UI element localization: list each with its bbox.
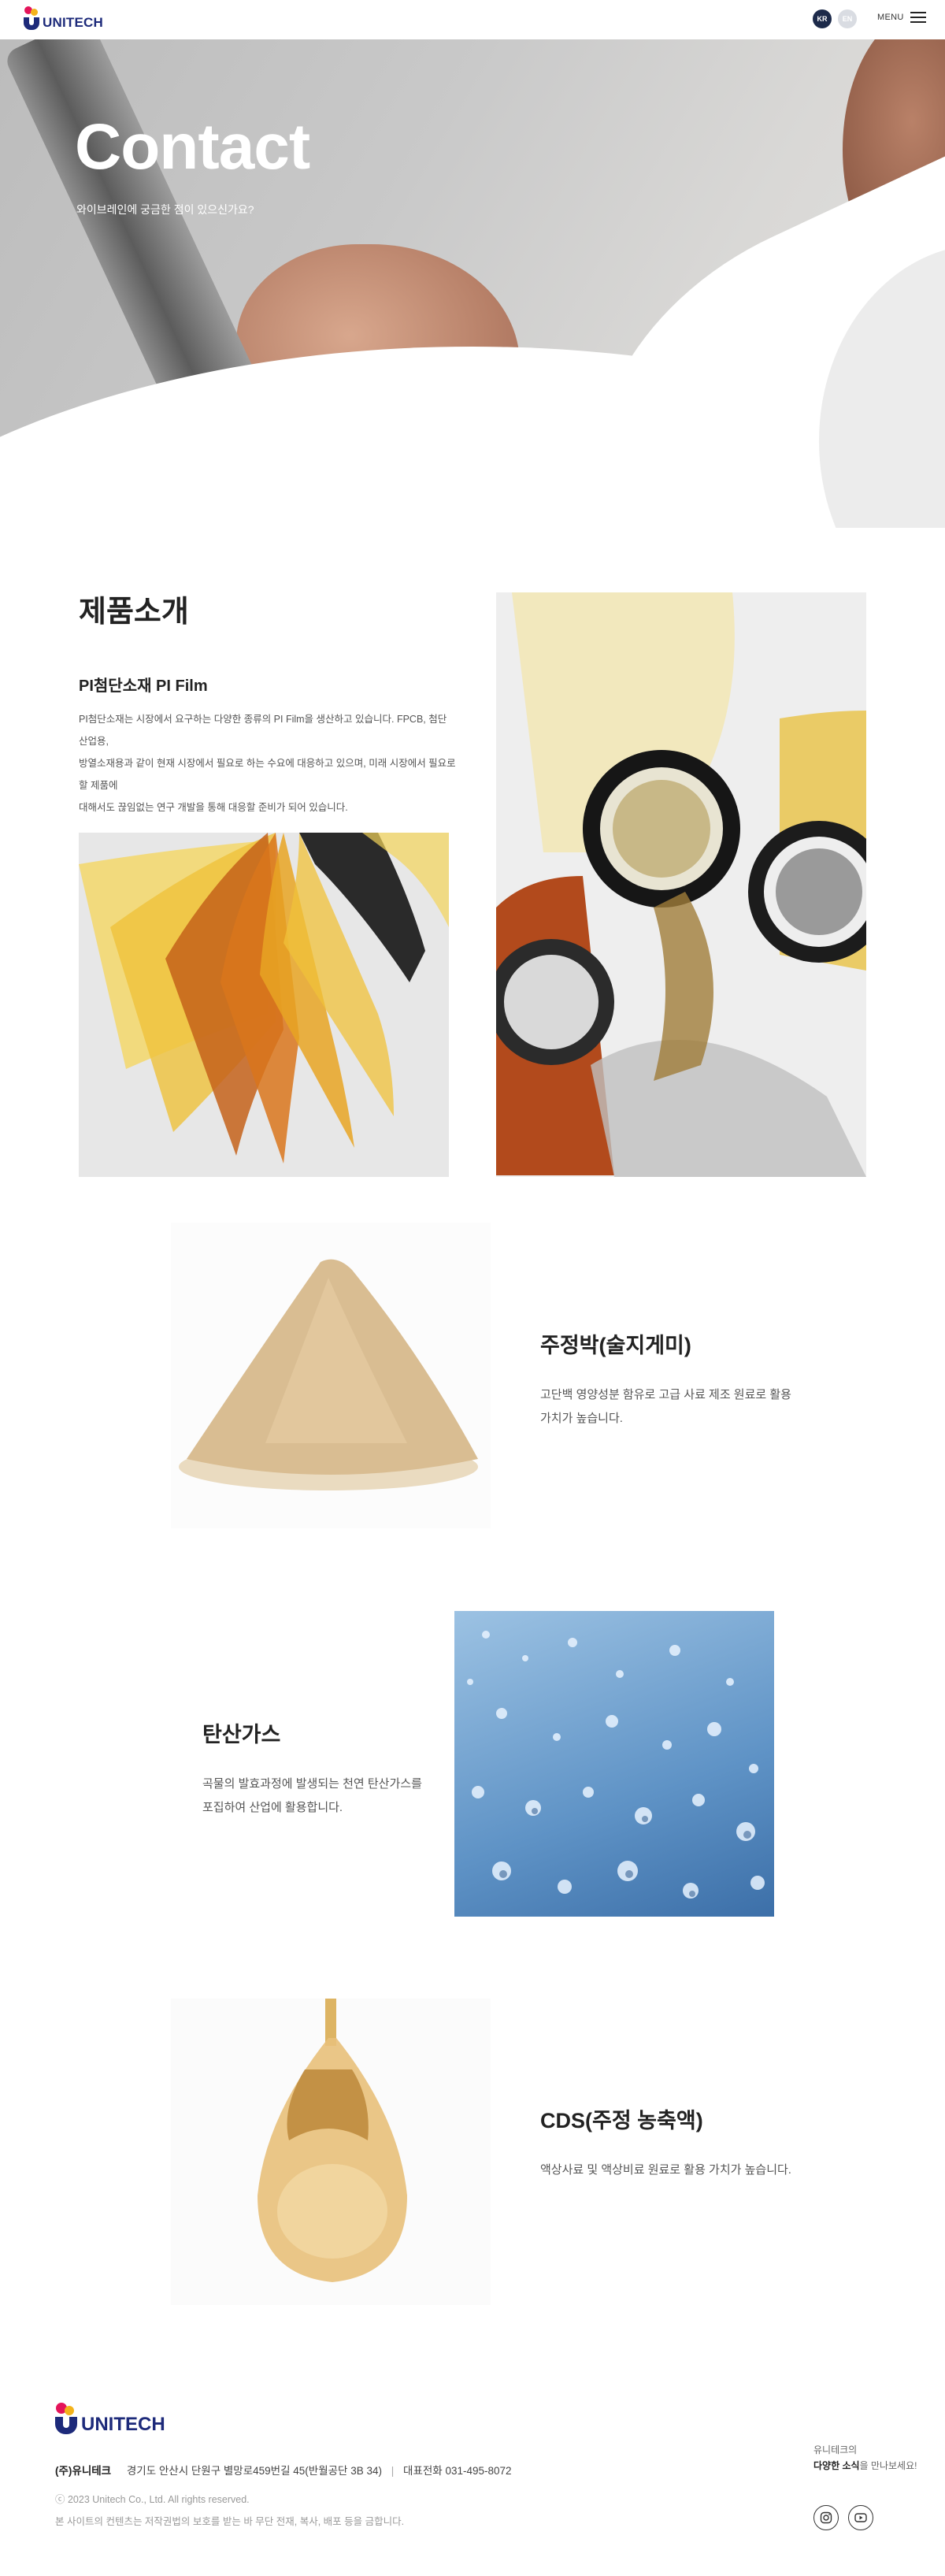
product-title: 주정박(술지게미) — [540, 1334, 691, 1357]
company-name: (주)유니테크 — [55, 2465, 112, 2477]
hero-banner: Contact 와이브레인에 궁금한 점이 있으신가요? — [0, 39, 945, 528]
instagram-icon — [820, 2511, 832, 2524]
logo-text: UNITECH — [43, 15, 103, 30]
instagram-button[interactable] — [813, 2505, 839, 2530]
cds-concentrate-drop-image — [171, 1999, 491, 2305]
section-title: 제품소개 — [79, 596, 189, 629]
product-description: 고단백 영양성분 함유로 고급 사료 제조 원료로 활용 가치가 높습니다. — [540, 1383, 792, 1431]
lang-en-button[interactable]: EN — [838, 9, 857, 28]
product-desc-line: 고단백 영양성분 함유로 고급 사료 제조 원료로 활용 — [540, 1388, 791, 1401]
hamburger-icon — [910, 12, 926, 23]
pi-desc-line: 방열소재용과 같이 현재 시장에서 필요로 하는 수요에 대응하고 있으며, 미… — [79, 758, 456, 791]
footer-logo[interactable]: UNITECH — [55, 2403, 165, 2434]
pi-film-roll-image — [496, 592, 866, 1177]
site-header: UNITECH KR EN MENU — [0, 0, 945, 39]
address-text: 경기도 안산시 단원구 별망로459번길 45(반월공단 3B 34) — [126, 2465, 382, 2477]
youtube-button[interactable] — [848, 2505, 873, 2530]
product-description: 곡물의 발효과정에 발생되는 천연 탄산가스를 포집하여 산업에 활용합니다. — [202, 1772, 439, 1820]
footer-logo-text: UNITECH — [81, 2414, 165, 2435]
pi-film-title: PI첨단소재 PI Film — [79, 677, 208, 695]
hero-title: Contact — [75, 111, 310, 183]
pi-desc-line: PI첨단소재는 시장에서 요구하는 다양한 종류의 PI Film을 생산하고 … — [79, 714, 447, 747]
footer-address: (주)유니테크 경기도 안산시 단원구 별망로459번길 45(반월공단 3B … — [55, 2465, 512, 2477]
product-desc-line: 곡물의 발효과정에 발생되는 천연 탄산가스를 — [202, 1777, 422, 1791]
phone-text: 대표전화 031-495-8072 — [403, 2465, 512, 2477]
pi-film-description: PI첨단소재는 시장에서 요구하는 다양한 종류의 PI Film을 생산하고 … — [79, 708, 457, 818]
cta-rest: 을 만나보세요! — [859, 2460, 917, 2471]
youtube-icon — [854, 2513, 867, 2522]
product-description: 액상사료 및 액상비료 원료로 활용 가치가 높습니다. — [540, 2158, 824, 2182]
product-title: 탄산가스 — [202, 1723, 281, 1746]
cta-line: 다양한 소식을 만나보세요! — [813, 2458, 917, 2474]
product-desc-line: 포집하여 산업에 활용합니다. — [202, 1801, 343, 1814]
copyright-notice: 본 사이트의 컨텐츠는 저작권법의 보호를 받는 바 무단 전재, 복사, 배포… — [55, 2516, 405, 2527]
menu-label: MENU — [877, 13, 904, 22]
lang-kr-button[interactable]: KR — [813, 9, 832, 28]
product-title: CDS(주정 농축액) — [540, 2109, 703, 2132]
menu-button[interactable]: MENU — [877, 12, 926, 23]
pi-desc-line: 대해서도 끊임없는 연구 개발을 통해 대응할 준비가 되어 있습니다. — [79, 802, 348, 813]
pi-film-fan-image — [79, 833, 449, 1177]
hero-subtitle: 와이브레인에 궁금한 점이 있으신가요? — [76, 203, 254, 216]
distillers-grain-powder-image — [171, 1223, 491, 1528]
logo-mark-icon — [24, 6, 41, 30]
carbon-dioxide-bubbles-image — [454, 1611, 774, 1917]
site-logo[interactable]: UNITECH — [24, 6, 103, 30]
product-desc-line: 액상사료 및 액상비료 원료로 활용 가치가 높습니다. — [540, 2163, 791, 2177]
footer-cta: 유니테크의 다양한 소식을 만나보세요! — [813, 2442, 917, 2474]
cta-line: 유니테크의 — [813, 2444, 858, 2455]
cta-strong: 다양한 소식 — [813, 2460, 860, 2471]
product-desc-line: 가치가 높습니다. — [540, 1412, 623, 1425]
logo-mark-icon — [55, 2403, 79, 2434]
copyright-text: ⓒ 2023 Unitech Co., Ltd. All rights rese… — [55, 2494, 250, 2505]
